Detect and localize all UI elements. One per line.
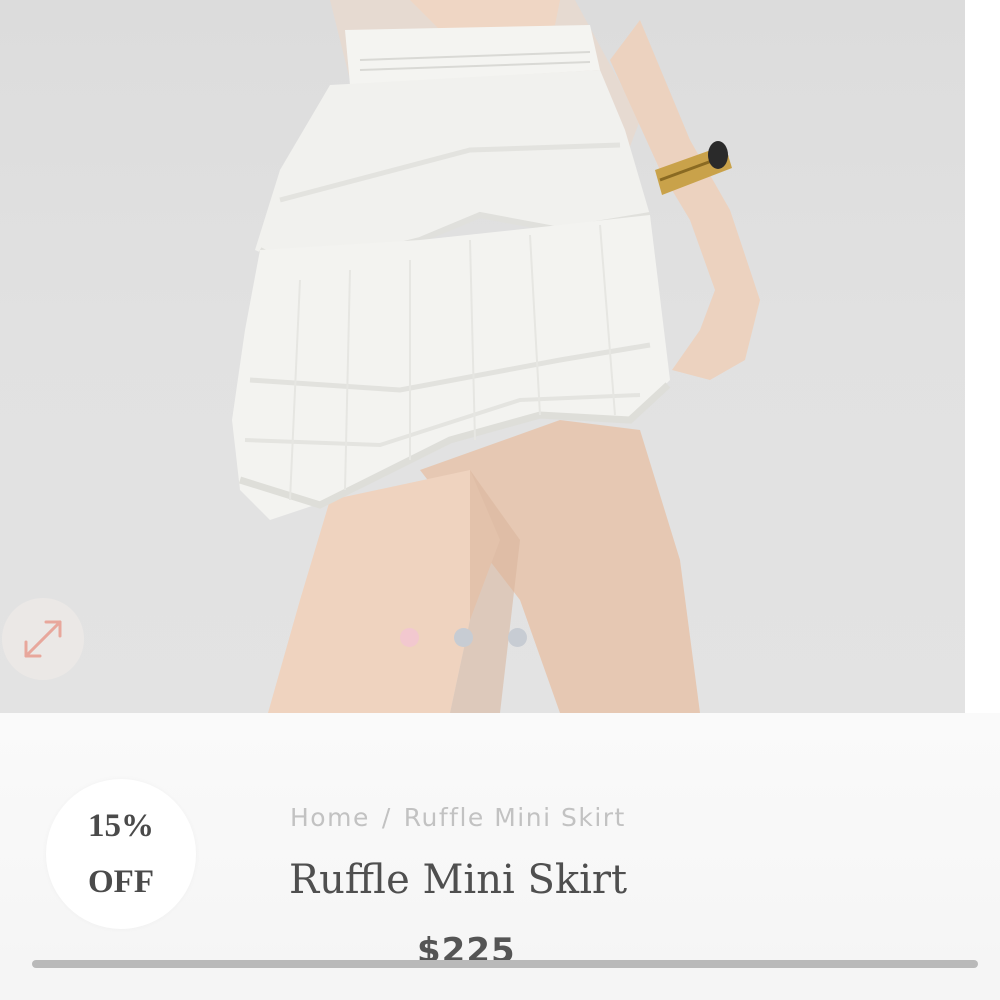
expand-arrows-icon — [24, 620, 62, 658]
slide-dot-3[interactable] — [508, 628, 527, 647]
product-photo — [232, 0, 760, 713]
discount-off-label: OFF — [88, 864, 154, 900]
expand-image-button[interactable] — [2, 598, 84, 680]
slide-dot-1[interactable] — [400, 628, 419, 647]
product-page: 15% OFF Home / Ruffle Mini Skirt Ruffle Mi… — [0, 0, 1000, 1000]
product-image-gallery[interactable] — [0, 0, 965, 713]
breadcrumb: Home / Ruffle Mini Skirt — [290, 803, 626, 832]
slide-indicator — [400, 628, 527, 647]
product-title: Ruffle Mini Skirt — [289, 857, 628, 903]
breadcrumb-current: Ruffle Mini Skirt — [403, 803, 626, 832]
slide-dot-2[interactable] — [454, 628, 473, 647]
discount-percent: 15% — [88, 808, 154, 844]
breadcrumb-home-link[interactable]: Home — [290, 803, 370, 832]
discount-badge: 15% OFF — [46, 779, 196, 929]
gallery-edge — [965, 0, 1000, 713]
bottom-area — [0, 968, 1000, 1000]
breadcrumb-separator: / — [381, 803, 392, 832]
horizontal-scrollbar[interactable] — [32, 960, 978, 968]
